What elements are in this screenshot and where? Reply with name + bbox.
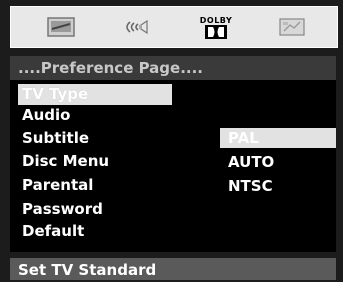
status-bar: Set TV Standard [10, 258, 336, 280]
menu-item-password[interactable]: Password [18, 199, 103, 220]
menu-item-tv-type[interactable]: TV Type [18, 84, 172, 105]
dolby-icon-label: DOLBY [199, 15, 233, 25]
page-title: ....Preference Page.... [10, 56, 336, 80]
dolby-icon[interactable]: DOLBY [196, 7, 236, 47]
option-pal[interactable]: PAL [220, 128, 336, 148]
preference-icon[interactable] [273, 7, 313, 47]
menu-item-disc-menu[interactable]: Disc Menu [18, 151, 109, 172]
general-setup-icon[interactable] [41, 7, 81, 47]
option-ntsc[interactable]: NTSC [220, 176, 273, 196]
audio-setup-icon[interactable] [119, 7, 159, 47]
menu-item-subtitle[interactable]: Subtitle [18, 128, 89, 149]
menu-panel: TV Type Audio Subtitle Disc Menu Parenta… [10, 80, 336, 252]
menu-item-parental[interactable]: Parental [18, 175, 93, 196]
setup-icon-bar: DOLBY [10, 6, 338, 48]
menu-item-audio[interactable]: Audio [18, 105, 70, 126]
setup-menu-screen: DOLBY ....Preference Page.... TV Type Au… [0, 0, 343, 280]
option-auto[interactable]: AUTO [220, 152, 274, 172]
menu-item-default[interactable]: Default [18, 221, 84, 242]
